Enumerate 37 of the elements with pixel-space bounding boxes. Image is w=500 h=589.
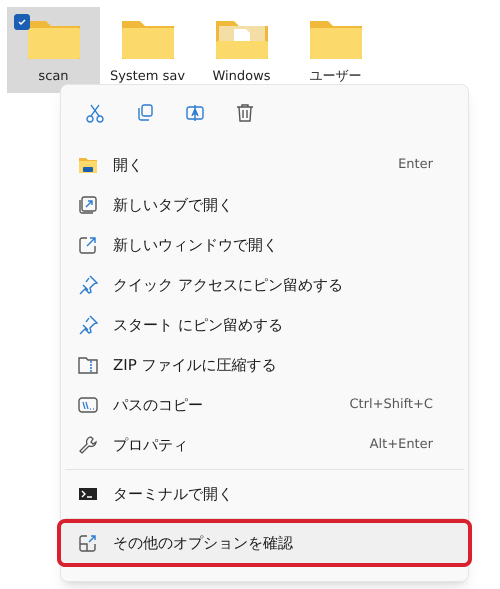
menu-item[interactable]: ZIP ファイルに圧縮する xyxy=(61,345,468,385)
menu-item[interactable]: スタート にピン留めする xyxy=(61,305,468,345)
menu-item[interactable]: クイック アクセスにピン留めする xyxy=(61,265,468,305)
pin-icon xyxy=(77,314,99,336)
wrench-icon xyxy=(77,434,99,456)
check-icon xyxy=(17,17,27,27)
menu-item-label: クイック アクセスにピン留めする xyxy=(113,274,344,296)
menu-item-label: プロパティ xyxy=(113,434,189,456)
menu-item[interactable]: 新しいウィンドウで開く xyxy=(61,225,468,265)
menu-item-label: 新しいタブで開く xyxy=(113,194,234,216)
folder-tile[interactable]: ユーザー xyxy=(289,7,382,93)
shortcut-text: Enter xyxy=(398,156,433,174)
folder-tile[interactable]: Windows xyxy=(195,7,288,93)
menu-item[interactable]: その他のオプションを確認 xyxy=(61,523,468,563)
folder-name: ユーザー xyxy=(310,68,362,86)
folder-tile[interactable]: System sav xyxy=(101,7,194,93)
shortcut-text: Ctrl+Shift+C xyxy=(349,396,433,414)
folder-tile[interactable]: scan xyxy=(7,7,100,93)
menu-item[interactable]: ターミナルで開く xyxy=(61,474,468,514)
menu-item-label: 開く xyxy=(113,154,144,176)
shortcut-text: Alt+Enter xyxy=(370,436,433,454)
pin-icon xyxy=(77,274,99,296)
new-tab-icon xyxy=(77,194,99,216)
menu-item-label: ZIP ファイルに圧縮する xyxy=(113,354,278,376)
menu-item-label: パスのコピー xyxy=(113,394,204,416)
menu-item[interactable]: 開く Enter xyxy=(61,145,468,185)
menu-item[interactable]: プロパティ Alt+Enter xyxy=(61,425,468,465)
menu-item-label: 新しいウィンドウで開く xyxy=(113,234,279,256)
folder-name: Windows xyxy=(212,68,271,86)
folder-name: scan xyxy=(38,68,69,86)
menu-item-label: ターミナルで開く xyxy=(113,484,234,505)
menu-item-label: スタート にピン留めする xyxy=(113,314,284,336)
menu-item-label: その他のオプションを確認 xyxy=(113,532,294,554)
checkbox[interactable] xyxy=(14,14,30,30)
folder-name: System sav xyxy=(110,68,186,86)
menu-item[interactable]: 新しいタブで開く xyxy=(61,185,468,225)
menu-item[interactable]: パスのコピー Ctrl+Shift+C xyxy=(61,385,468,425)
